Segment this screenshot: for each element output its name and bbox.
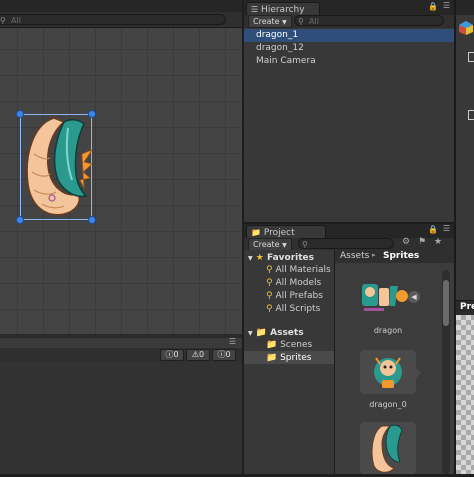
breadcrumb-separator: ▸ (372, 251, 376, 259)
lock-icon[interactable]: 🔒 (428, 225, 438, 234)
favorite-label: All Scripts (275, 304, 321, 314)
asset-grid-scrollbar[interactable] (442, 270, 450, 474)
dragon-0-preview (374, 357, 402, 388)
hierarchy-item-dragon-12[interactable]: dragon_12 (256, 42, 304, 55)
hierarchy-search-input[interactable]: ⚲ All (294, 15, 444, 26)
sprite-pointer (416, 368, 421, 378)
dragon-1-preview (371, 424, 403, 473)
project-create-label: Create (253, 240, 280, 249)
expand-arrow-icon[interactable]: ▼ (248, 330, 253, 337)
inspector-header-strip (456, 0, 474, 15)
folder-sprites[interactable]: 📁 Sprites (266, 352, 311, 364)
inspector-section-marker (468, 110, 474, 120)
breadcrumb-assets[interactable]: Assets (340, 251, 369, 261)
scrollbar-thumb[interactable] (443, 280, 449, 326)
folder-label: Scenes (280, 340, 313, 350)
favorite-all-models[interactable]: ⚲ All Models (266, 277, 321, 289)
console-error-count: 0 (225, 350, 231, 359)
dropdown-arrow-icon: ▼ (282, 19, 287, 26)
scene-tab-strip (0, 0, 242, 12)
preview-header: Pre (456, 300, 474, 315)
hierarchy-toolbar: Create ▼ ⚲ All (244, 15, 454, 29)
menu-icon[interactable]: ☰ (443, 224, 450, 233)
project-tab-label: Project (263, 228, 295, 238)
project-search-input[interactable]: ⚲ (298, 238, 394, 249)
expand-sprite-button[interactable]: ◀ (408, 291, 420, 303)
menu-icon[interactable]: ☰ (443, 1, 450, 10)
hierarchy-item-dragon-1[interactable]: dragon_1 (256, 29, 298, 42)
console-toolbar: ⓘ0 ⚠0 ⓘ0 (0, 348, 242, 363)
favorites-label: Favorites (266, 253, 315, 263)
folder-label: Sprites (280, 353, 312, 363)
console-error-toggle[interactable]: ⓘ0 (212, 349, 236, 361)
breadcrumb-sprites[interactable]: Sprites (383, 251, 419, 261)
dragon-wing-sprite[interactable] (20, 114, 92, 220)
hierarchy-tab-strip: ☰ Hierarchy 🔒 ☰ (244, 0, 454, 16)
hierarchy-create-label: Create (253, 17, 280, 26)
console-info-toggle[interactable]: ⓘ0 (160, 349, 184, 361)
favorite-label: All Materials (275, 265, 331, 275)
lock-icon[interactable]: 🔒 (428, 2, 438, 11)
filter-by-type-icon[interactable]: ⚙ (402, 237, 410, 247)
scene-search-placeholder: All (11, 16, 21, 25)
favorite-all-materials[interactable]: ⚲ All Materials (266, 264, 331, 276)
search-icon: ⚲ (302, 240, 308, 249)
folder-scenes[interactable]: 📁 Scenes (266, 339, 312, 351)
search-icon: ⚲ (0, 16, 6, 25)
hierarchy-search-placeholder: All (309, 17, 319, 26)
folder-icon: 📁 (266, 340, 278, 350)
hierarchy-tab-label: Hierarchy (261, 5, 305, 15)
console-log-area[interactable] (0, 362, 242, 474)
expand-arrow-icon[interactable]: ▼ (248, 255, 253, 262)
hierarchy-item-main-camera[interactable]: Main Camera (256, 55, 316, 68)
star-icon[interactable]: ★ (434, 237, 442, 247)
scene-search-input[interactable]: ⚲ All (0, 14, 226, 25)
favorite-label: All Prefabs (275, 291, 323, 301)
asset-dragon-1-thumbnail[interactable] (360, 422, 416, 474)
star-icon: ★ (255, 253, 264, 263)
favorite-label: All Models (275, 278, 322, 288)
favorite-all-scripts[interactable]: ⚲ All Scripts (266, 303, 320, 315)
search-icon: ⚲ (266, 278, 273, 288)
hierarchy-create-dropdown[interactable]: Create ▼ (248, 15, 292, 28)
asset-dragon-label[interactable]: dragon (353, 326, 423, 335)
folder-icon: 📁 (255, 328, 267, 338)
favorite-all-prefabs[interactable]: ⚲ All Prefabs (266, 290, 323, 302)
project-tab-strip: 📁 Project 🔒 ☰ (244, 224, 454, 239)
inspector-object-icon (459, 21, 473, 35)
inspector-field-marker (468, 52, 474, 62)
assets-label: Assets (270, 328, 304, 338)
folder-icon: 📁 (251, 228, 261, 237)
tab-project[interactable]: 📁 Project (246, 225, 326, 239)
scene-toolbar: ⚲ All (0, 12, 242, 28)
search-icon: ⚲ (266, 304, 273, 314)
preview-checkerboard (456, 315, 474, 474)
asset-dragon-0-thumbnail[interactable] (360, 350, 416, 394)
project-breadcrumb-bar: Assets ▸ Sprites (335, 250, 454, 264)
inspector-panel (456, 0, 474, 300)
console-warning-toggle[interactable]: ⚠0 (186, 349, 210, 361)
tab-hierarchy[interactable]: ☰ Hierarchy (246, 2, 320, 16)
dropdown-arrow-icon: ▼ (282, 242, 287, 249)
search-icon: ⚲ (298, 17, 304, 26)
search-icon: ⚲ (266, 265, 273, 275)
console-header-tab: ☰ (0, 337, 242, 348)
folder-icon: 📁 (266, 353, 278, 363)
asset-dragon-0-label[interactable]: dragon_0 (353, 400, 423, 409)
hierarchy-tab-icon: ☰ (251, 5, 259, 14)
console-info-count: 0 (173, 350, 179, 359)
menu-icon[interactable]: ☰ (229, 337, 236, 346)
scene-viewport[interactable] (0, 28, 242, 334)
console-warning-count: 0 (199, 350, 205, 359)
filter-by-label-icon[interactable]: ⚑ (418, 237, 426, 247)
warning-icon: ⚠ (191, 350, 200, 359)
search-icon: ⚲ (266, 291, 273, 301)
preview-label: Pre (460, 302, 474, 312)
